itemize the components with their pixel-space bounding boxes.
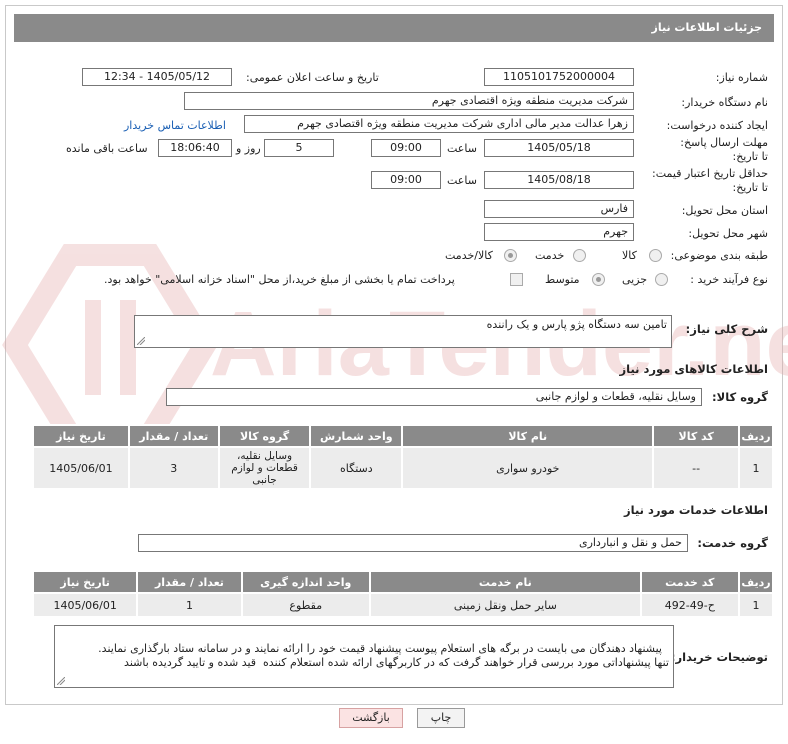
price-time-field: 09:00	[371, 171, 441, 189]
goods-header-row: ردیف کد کالا نام کالا واحد شمارش گروه کا…	[32, 424, 774, 448]
category-option-goods: کالا	[622, 249, 637, 262]
services-col-unit: واحد اندازه گیری	[240, 570, 371, 594]
page-title: جزئیات اطلاعات نیاز	[651, 21, 763, 34]
city-label: شهر محل تحویل:	[688, 227, 768, 240]
goods-group-label: گروه کالا:	[712, 390, 768, 404]
goods-col-qty: تعداد / مقدار	[127, 424, 220, 448]
services-col-date: تاریخ نیاز	[31, 570, 139, 594]
services-cell-name: سایر حمل ونقل زمینی	[368, 592, 642, 618]
province-field: فارس	[484, 200, 634, 218]
reply-deadline-label: مهلت ارسال پاسخ: تا تاریخ:	[680, 136, 768, 163]
description-textarea[interactable]: تامین سه دستگاه پژو پارس و یک راننده	[134, 315, 672, 348]
category-radio-service[interactable]	[573, 249, 586, 262]
treasury-checkbox[interactable]	[510, 273, 523, 286]
services-cell-code: ح-49-492	[639, 592, 740, 618]
resize-grip-icon[interactable]	[137, 337, 145, 345]
payment-note: پرداخت تمام یا بخشی از مبلغ خرید،از محل …	[104, 273, 455, 286]
print-button[interactable]: چاپ	[417, 708, 465, 728]
services-cell-date: 1405/06/01	[31, 592, 139, 618]
need-number-label: شماره نیاز:	[715, 71, 768, 84]
goods-cell-unit: دستگاه	[309, 446, 404, 490]
services-cell-row: 1	[737, 592, 775, 618]
reply-time-field: 09:00	[371, 139, 441, 157]
services-cell-unit: مقطوع	[240, 592, 371, 618]
announce-field: 1405/05/12 - 12:34	[82, 68, 232, 86]
back-button[interactable]: بازگشت	[339, 708, 403, 728]
category-option-goods-service: کالا/خدمت	[445, 249, 493, 262]
reply-time-label: ساعت	[447, 142, 477, 155]
services-col-row: ردیف	[737, 570, 775, 594]
services-group-field: حمل و نقل و انبارداری	[138, 534, 688, 552]
description-label: شرح کلی نیاز:	[685, 322, 768, 336]
resize-grip-icon[interactable]	[57, 677, 65, 685]
goods-cell-qty: 3	[127, 446, 220, 490]
category-radio-goods-service[interactable]	[504, 249, 517, 262]
goods-col-group: گروه کالا	[217, 424, 312, 448]
page-header: جزئیات اطلاعات نیاز	[14, 14, 774, 42]
buyer-org-field: شرکت مدیریت منطقه ویژه اقتصادی جهرم	[184, 92, 634, 110]
goods-cell-name: خودرو سواری	[401, 446, 655, 490]
buyer-notes-label: توضیحات خریدار:	[670, 650, 768, 664]
remaining-label: ساعت باقی مانده	[66, 142, 148, 155]
process-option-minor: جزیی	[622, 273, 648, 286]
remaining-time-field: 18:06:40	[158, 139, 232, 157]
services-section-title: اطلاعات خدمات مورد نیاز	[624, 503, 768, 517]
process-label: نوع فرآیند خرید :	[690, 273, 768, 286]
goods-col-unit: واحد شمارش	[309, 424, 404, 448]
buyer-contact-link[interactable]: اطلاعات تماس خریدار	[124, 119, 226, 132]
table-row: 1 -- خودرو سواری دستگاه وسایل نقلیه، قطع…	[32, 446, 774, 490]
category-option-service: خدمت	[535, 249, 565, 262]
services-table: ردیف کد خدمت نام خدمت واحد اندازه گیری ت…	[31, 570, 775, 618]
reply-date-field: 1405/05/18	[484, 139, 634, 157]
services-col-name: نام خدمت	[368, 570, 642, 594]
goods-cell-date: 1405/06/01	[32, 446, 130, 490]
services-cell-qty: 1	[136, 592, 243, 618]
goods-section-title: اطلاعات کالاهای مورد نیاز	[619, 362, 768, 376]
services-col-code: کد خدمت	[639, 570, 740, 594]
goods-col-code: کد کالا	[652, 424, 741, 448]
category-radio-goods[interactable]	[649, 249, 662, 262]
price-validity-label: حداقل تاریخ اعتبار قیمت: تا تاریخ:	[652, 167, 768, 194]
goods-group-field: وسایل نقلیه، قطعات و لوازم جانبی	[166, 388, 702, 406]
need-number-field: 1105101752000004	[484, 68, 634, 86]
goods-cell-group: وسایل نقلیه، قطعات و لوازم جانبی	[217, 446, 312, 490]
announce-label: تاریخ و ساعت اعلان عمومی:	[246, 71, 379, 84]
days-label: روز و	[236, 142, 261, 155]
goods-col-name: نام کالا	[401, 424, 655, 448]
province-label: استان محل تحویل:	[681, 204, 768, 217]
process-option-medium: متوسط	[545, 273, 580, 286]
services-header-row: ردیف کد خدمت نام خدمت واحد اندازه گیری ت…	[31, 570, 775, 594]
days-field: 5	[264, 139, 334, 157]
category-label: طبقه بندی موضوعی:	[670, 249, 768, 262]
description-text: تامین سه دستگاه پژو پارس و یک راننده	[486, 318, 667, 331]
process-radio-minor[interactable]	[655, 273, 668, 286]
creator-label: ایجاد کننده درخواست:	[666, 119, 768, 132]
buyer-notes-text: پیشنهاد دهندگان می بایست در برگه های است…	[98, 642, 669, 669]
services-group-label: گروه خدمت:	[697, 536, 768, 550]
goods-cell-code: --	[652, 446, 741, 490]
services-col-qty: تعداد / مقدار	[136, 570, 243, 594]
price-date-field: 1405/08/18	[484, 171, 634, 189]
process-radio-medium[interactable]	[592, 273, 605, 286]
goods-col-row: ردیف	[738, 424, 774, 448]
buyer-notes-textarea[interactable]: پیشنهاد دهندگان می بایست در برگه های است…	[54, 625, 674, 688]
table-row: 1 ح-49-492 سایر حمل ونقل زمینی مقطوع 1 1…	[31, 592, 775, 618]
goods-cell-row: 1	[738, 446, 774, 490]
buyer-org-label: نام دستگاه خریدار:	[681, 96, 768, 109]
price-time-label: ساعت	[447, 174, 477, 187]
city-field: جهرم	[484, 223, 634, 241]
creator-field: زهرا عدالت مدیر مالی اداری شرکت مدیریت م…	[244, 115, 634, 133]
goods-table: ردیف کد کالا نام کالا واحد شمارش گروه کا…	[32, 424, 774, 490]
goods-col-date: تاریخ نیاز	[32, 424, 130, 448]
